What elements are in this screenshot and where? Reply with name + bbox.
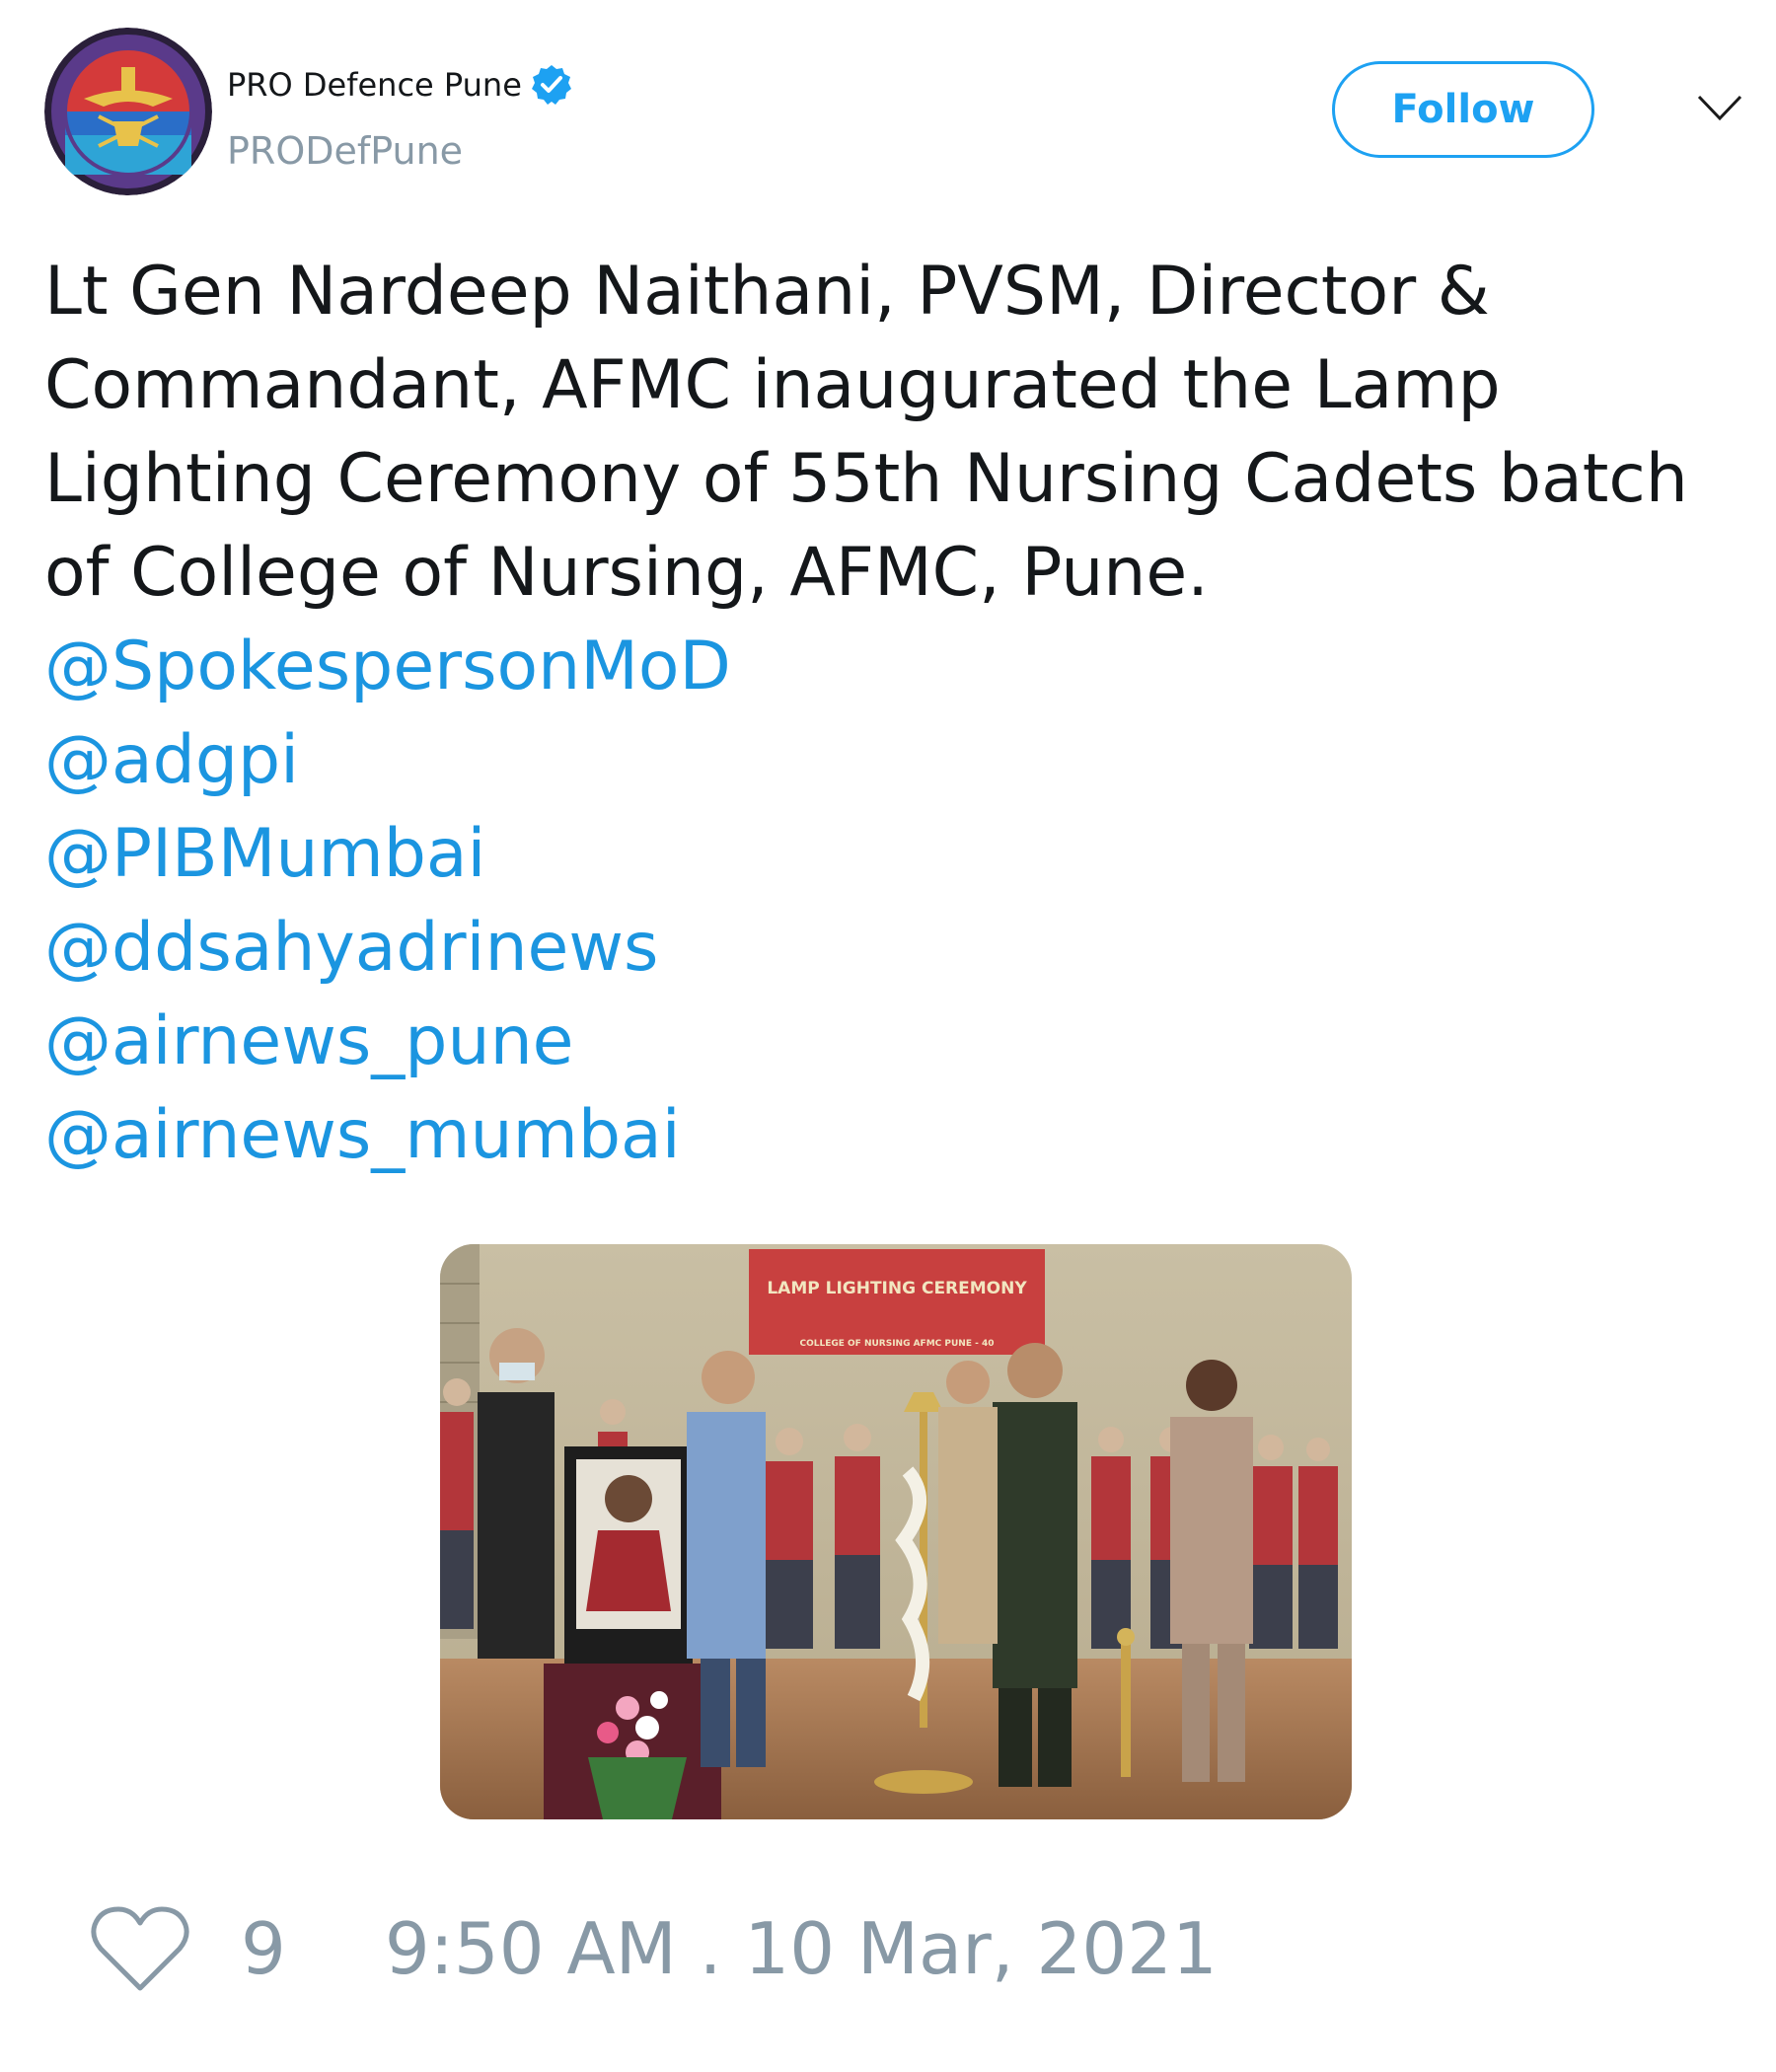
author-handle[interactable]: PRODefPune — [227, 128, 463, 174]
tweet-line: Lt Gen Nardeep Naithani, PVSM, Director … — [44, 253, 1490, 331]
tweet-line: Lighting Ceremony of 55th Nursing Cadets… — [44, 440, 1688, 518]
author-name[interactable]: PRO Defence Pune — [227, 65, 522, 105]
mention-link[interactable]: @ddsahyadrinews — [44, 901, 1741, 995]
timestamp-link[interactable]: 9:50 AM . 10 Mar, 2021 — [385, 1899, 1218, 1998]
heart-icon[interactable] — [89, 1903, 191, 1994]
chevron-down-icon[interactable] — [1695, 91, 1744, 124]
banner-title: LAMP LIGHTING CEREMONY — [767, 1279, 1027, 1298]
mention-link[interactable]: @airnews_mumbai — [44, 1088, 1741, 1182]
tweet-text: Lt Gen Nardeep Naithani, PVSM, Director … — [44, 245, 1741, 1182]
banner-subtitle: COLLEGE OF NURSING AFMC PUNE - 40 — [799, 1339, 994, 1349]
mention-link[interactable]: @SpokespersonMoD — [44, 620, 1741, 713]
avatar[interactable] — [44, 28, 212, 195]
like-count: 9 — [241, 1907, 286, 1990]
mention-link[interactable]: @airnews_pune — [44, 995, 1741, 1088]
ceremony-photo: LAMP LIGHTING CEREMONY COLLEGE OF NURSIN… — [440, 1244, 1352, 1819]
tweet-line: of College of Nursing, AFMC, Pune. — [44, 534, 1209, 612]
tweet-photo[interactable]: LAMP LIGHTING CEREMONY COLLEGE OF NURSIN… — [440, 1244, 1352, 1819]
follow-button[interactable]: Follow — [1332, 61, 1594, 158]
tweet-footer: 9 9:50 AM . 10 Mar, 2021 — [89, 1899, 1218, 1998]
tweet-line: Commandant, AFMC inaugurated the Lamp — [44, 346, 1501, 424]
mention-link[interactable]: @PIBMumbai — [44, 807, 1741, 901]
verified-badge-icon — [530, 63, 573, 107]
mention-link[interactable]: @adgpi — [44, 713, 1741, 807]
defence-emblem-icon — [44, 28, 212, 195]
author-name-row[interactable]: PRO Defence Pune — [227, 63, 573, 107]
